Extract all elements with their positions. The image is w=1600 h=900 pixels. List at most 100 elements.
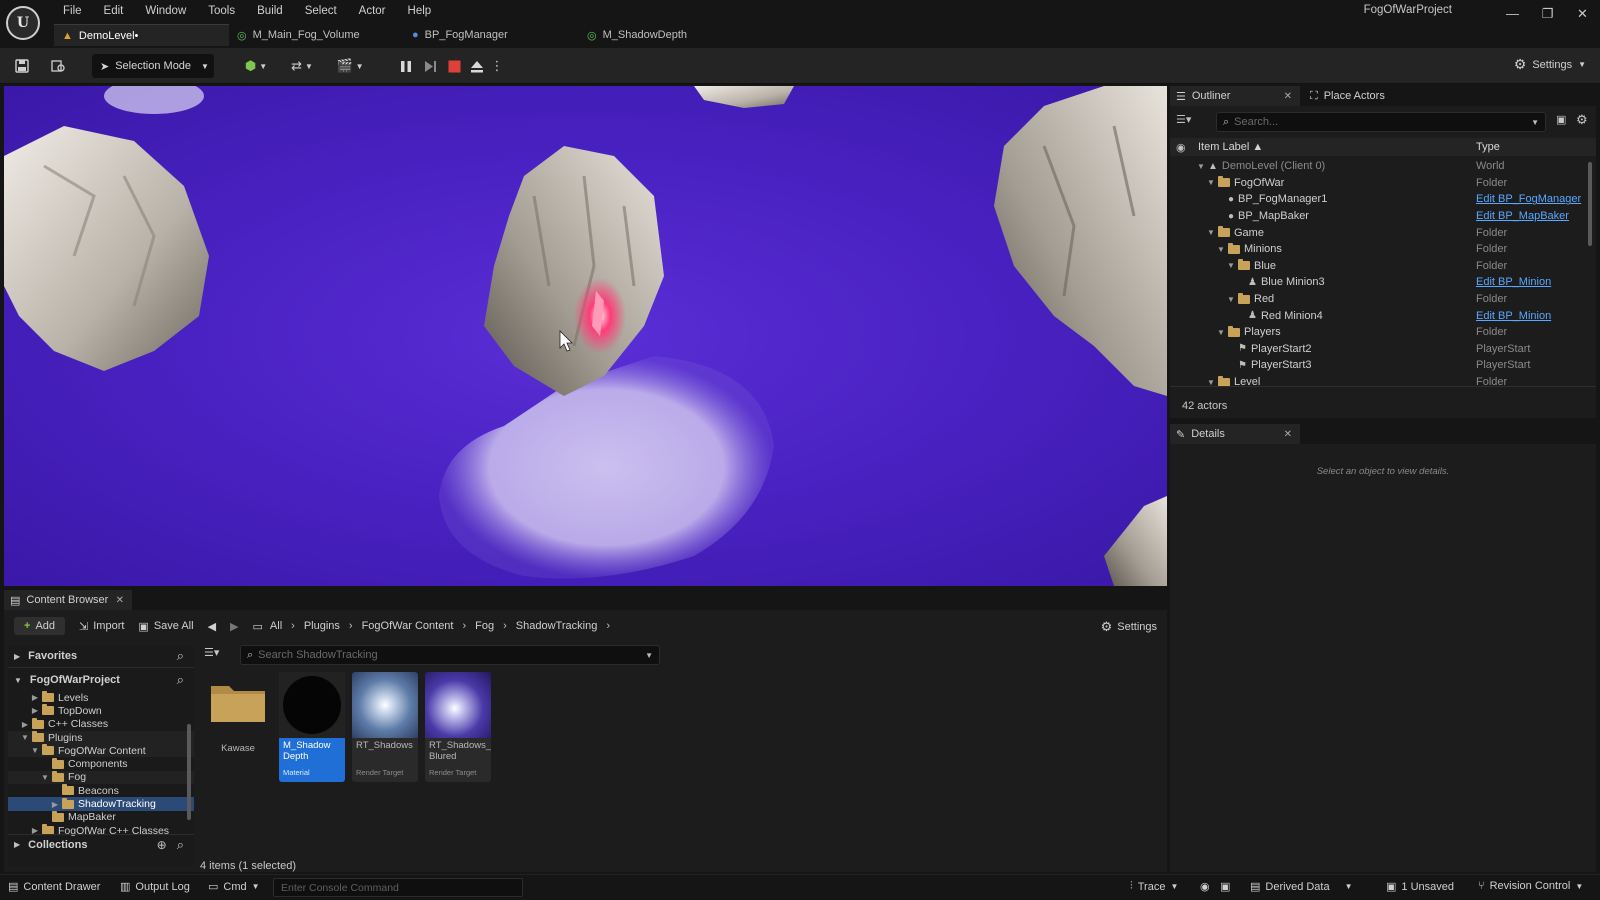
menu-build[interactable]: Build [246, 2, 294, 20]
tree-row[interactable]: ▼ Red Folder [1170, 291, 1596, 308]
close-icon[interactable]: ✕ [116, 595, 132, 606]
favorites-header[interactable]: ▶ Favorites ⌕ [8, 646, 194, 666]
record-icon[interactable]: ◉ [1200, 880, 1210, 893]
tree-item-topdown[interactable]: ▶ TopDown [8, 704, 194, 717]
unsaved-button[interactable]: ▣ 1 Unsaved [1386, 880, 1454, 894]
tab-demolevel[interactable]: ▲ DemoLevel• [54, 24, 229, 46]
tree-item-mapbaker[interactable]: MapBaker [8, 810, 194, 824]
chevron-down-icon[interactable]: ▼ [1226, 261, 1236, 270]
chevron-down-icon[interactable]: ▼ [30, 746, 40, 755]
unreal-logo-icon[interactable]: U [6, 6, 40, 40]
edit-blueprint-link[interactable]: Edit BP_MapBaker [1476, 210, 1569, 222]
outliner-search-input[interactable]: Search... [1234, 116, 1278, 128]
cinematics-icon[interactable]: 🎬 ▼ [334, 54, 366, 78]
search-icon[interactable]: ⌕ [177, 837, 184, 853]
tab-bp-fogmanager[interactable]: ● BP_FogManager [404, 24, 579, 46]
col-item-label[interactable]: Item Label ▲ [1198, 141, 1263, 153]
new-folder-icon[interactable]: ▣ [1556, 113, 1566, 126]
tab-place-actors[interactable]: ⛶ Place Actors [1304, 86, 1385, 106]
tree-item-fogofwar-content[interactable]: ▼ FogOfWar Content [8, 744, 194, 758]
tree-row[interactable]: ▼ Players Folder [1170, 324, 1596, 341]
pause-icon[interactable] [398, 54, 414, 78]
eject-icon[interactable] [468, 54, 486, 78]
chevron-right-icon[interactable]: ▶ [20, 720, 30, 729]
asset-search-input[interactable]: Search ShadowTracking [258, 649, 377, 661]
menu-window[interactable]: Window [134, 2, 197, 20]
edit-blueprint-link[interactable]: Edit BP_FogManager [1476, 193, 1581, 205]
chevron-down-icon[interactable]: ▼ [1216, 245, 1226, 254]
search-icon[interactable]: ⌕ [177, 672, 184, 688]
chevron-down-icon[interactable]: ▼ [1206, 228, 1216, 237]
add-content-icon[interactable]: ⬢ ▼ [240, 54, 272, 78]
tree-item-components[interactable]: Components [8, 757, 194, 771]
tree-row[interactable]: ▼ Minions Folder [1170, 241, 1596, 258]
tree-row[interactable]: ♟ Red Minion4 Edit BP_Minion [1170, 307, 1596, 324]
history-back-icon[interactable]: ◀ [208, 620, 216, 633]
search-icon[interactable]: ⌕ [177, 648, 184, 664]
tree-item-cpp-classes[interactable]: ▶ C++ Classes [8, 717, 194, 731]
chevron-down-icon[interactable]: ▼ [20, 733, 30, 742]
tree-row[interactable]: ♟ Blue Minion3 Edit BP_Minion [1170, 274, 1596, 291]
cmd-dropdown[interactable]: ▭ Cmd ▼ [208, 880, 260, 894]
tree-row[interactable]: ⚑ PlayerStart2 PlayerStart [1170, 341, 1596, 358]
tree-row[interactable]: ● BP_MapBaker Edit BP_MapBaker [1170, 208, 1596, 225]
chevron-right-icon[interactable]: › [349, 620, 353, 632]
filter-icon[interactable]: ☰▾ [1176, 113, 1191, 126]
close-window-icon[interactable]: ✕ [1565, 0, 1600, 28]
settings-button[interactable]: ⚙ Settings ▼ [1514, 56, 1586, 73]
tab-m-main-fog-volume[interactable]: ◎ M_Main_Fog_Volume [229, 24, 404, 46]
menu-select[interactable]: Select [294, 2, 348, 20]
breadcrumb-plugins[interactable]: Plugins [304, 620, 340, 632]
chevron-right-icon[interactable]: ▶ [30, 706, 40, 715]
restore-icon[interactable]: ❐ [1530, 0, 1565, 28]
selection-mode-dropdown[interactable]: ➤ Selection Mode ▼ [92, 54, 214, 78]
filter-icon[interactable]: ☰▾ [204, 646, 219, 659]
chevron-down-icon[interactable]: ▼ [1216, 328, 1226, 337]
content-drawer-button[interactable]: ▤ Content Drawer [8, 880, 100, 894]
tree-row[interactable]: ▼ Game Folder [1170, 224, 1596, 241]
project-header[interactable]: ▼ FogOfWarProject ⌕ [8, 670, 194, 690]
blueprints-icon[interactable]: ⇄ ▼ [286, 54, 318, 78]
screenshot-icon[interactable]: ▣ [1220, 880, 1230, 893]
menu-tools[interactable]: Tools [197, 2, 246, 20]
breadcrumb-fog[interactable]: Fog [475, 620, 494, 632]
tree-row[interactable]: ▼ ▲ DemoLevel (Client 0) World [1170, 158, 1596, 175]
edit-blueprint-link[interactable]: Edit BP_Minion [1476, 310, 1551, 322]
menu-actor[interactable]: Actor [348, 2, 397, 20]
close-icon[interactable]: ✕ [1284, 429, 1300, 440]
chevron-right-icon[interactable]: ▶ [50, 800, 60, 809]
revision-control-dropdown[interactable]: ⑂ Revision Control ▼ [1478, 880, 1583, 892]
sources-scrollbar[interactable] [187, 724, 191, 820]
tree-row[interactable]: ⚑ PlayerStart3 PlayerStart [1170, 357, 1596, 374]
chevron-right-icon[interactable]: › [291, 620, 295, 632]
minimize-icon[interactable]: — [1495, 0, 1530, 28]
chevron-down-icon[interactable]: ▼ [40, 773, 50, 782]
visibility-icon[interactable]: ◉ [1176, 141, 1190, 154]
tab-m-shadowdepth[interactable]: ◎ M_ShadowDepth [579, 24, 754, 46]
chevron-down-icon[interactable]: ▼ [1196, 162, 1206, 171]
edit-blueprint-link[interactable]: Edit BP_Minion [1476, 276, 1551, 288]
derived-data-dropdown[interactable]: ▤ Derived Data ▼ [1250, 880, 1353, 894]
save-icon[interactable] [12, 54, 32, 78]
close-icon[interactable]: ✕ [1284, 91, 1300, 102]
col-type[interactable]: Type [1476, 141, 1500, 153]
add-button[interactable]: + Add [14, 617, 66, 635]
asset-m-shadow-depth[interactable]: M_Shadow Depth Material [279, 672, 345, 782]
tab-content-browser[interactable]: ▤ Content Browser ✕ [4, 590, 132, 610]
chevron-right-icon[interactable]: › [462, 620, 466, 632]
menu-file[interactable]: File [52, 2, 93, 20]
tree-item-levels[interactable]: ▶ Levels [8, 691, 194, 704]
outliner-search[interactable]: ⌕ Search... ▼ [1216, 112, 1546, 132]
cb-settings-button[interactable]: ⚙ Settings [1101, 619, 1157, 635]
menu-help[interactable]: Help [397, 2, 443, 20]
tree-row[interactable]: ▼ Blue Folder [1170, 258, 1596, 275]
browse-icon[interactable] [48, 54, 68, 78]
outliner-scrollbar[interactable] [1588, 162, 1592, 246]
chevron-right-icon[interactable]: › [503, 620, 507, 632]
save-all-button[interactable]: ▣ Save All [138, 620, 193, 633]
breadcrumb-shadowtracking[interactable]: ShadowTracking [516, 620, 598, 632]
collections-header[interactable]: ▶ Collections ⊕ ⌕ [8, 834, 194, 854]
tree-row[interactable]: ▼ Level Folder [1170, 374, 1596, 391]
output-log-button[interactable]: ▥ Output Log [120, 880, 190, 894]
add-collection-icon[interactable]: ⊕ [157, 838, 167, 852]
